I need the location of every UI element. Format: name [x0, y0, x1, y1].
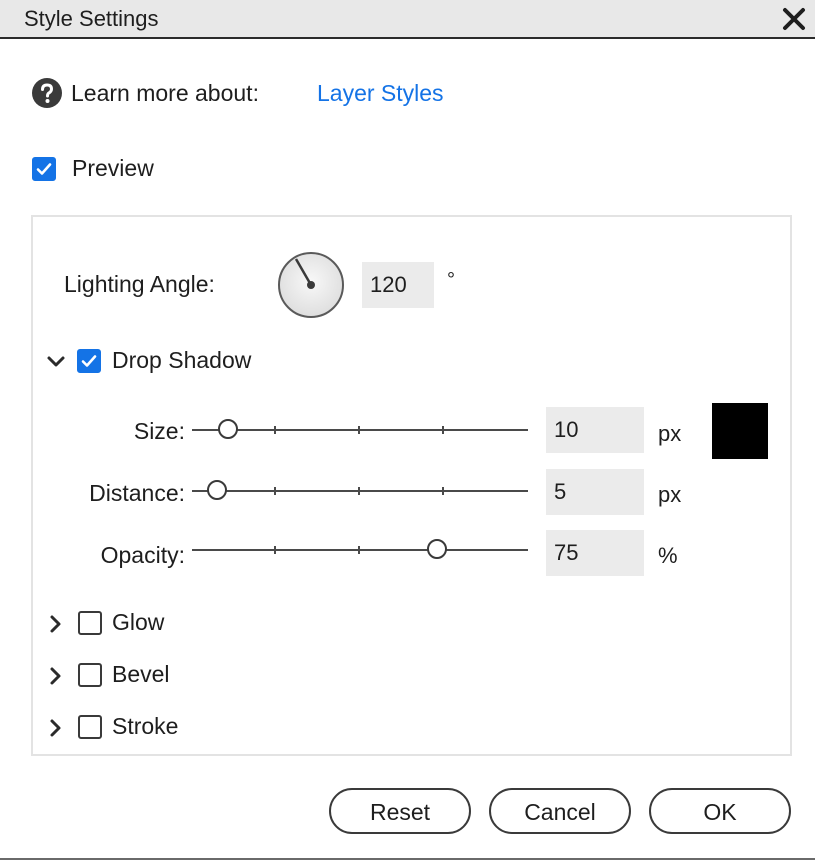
bevel-label: Bevel	[112, 661, 170, 687]
close-icon[interactable]	[780, 5, 808, 33]
stroke-checkbox[interactable]	[78, 715, 102, 739]
bevel-checkbox[interactable]	[78, 663, 102, 687]
glow-label: Glow	[112, 609, 165, 635]
bevel-expand-chevron-right-icon[interactable]	[46, 666, 66, 686]
slider-tick	[274, 426, 276, 434]
cancel-button[interactable]: Cancel	[489, 788, 631, 834]
reset-button[interactable]: Reset	[329, 788, 471, 834]
opacity-unit: %	[658, 543, 678, 568]
size-slider-thumb[interactable]	[218, 419, 238, 439]
size-input[interactable]	[546, 407, 644, 453]
dialog-title: Style Settings	[24, 6, 159, 31]
drop-shadow-expand-chevron-down-icon[interactable]	[46, 352, 66, 372]
lighting-angle-input[interactable]	[362, 262, 434, 308]
slider-tick	[358, 546, 360, 554]
glow-checkbox[interactable]	[78, 611, 102, 635]
lighting-angle-dial[interactable]	[277, 251, 345, 319]
shadow-color-swatch[interactable]	[712, 403, 768, 459]
slider-tick	[358, 487, 360, 495]
slider-tick	[274, 546, 276, 554]
dialog-bottom-border	[0, 858, 815, 860]
help-icon	[32, 78, 62, 108]
slider-tick	[442, 426, 444, 434]
degree-unit: °	[447, 269, 455, 291]
size-unit: px	[658, 421, 682, 446]
learn-more-label: Learn more about:	[71, 80, 259, 106]
stroke-expand-chevron-right-icon[interactable]	[46, 718, 66, 738]
opacity-slider[interactable]	[192, 538, 528, 562]
slider-track	[192, 549, 528, 551]
slider-track	[192, 490, 528, 492]
opacity-input[interactable]	[546, 530, 644, 576]
size-slider[interactable]	[192, 418, 528, 442]
ok-button[interactable]: OK	[649, 788, 791, 834]
distance-label: Distance:	[89, 480, 185, 506]
opacity-slider-thumb[interactable]	[427, 539, 447, 559]
drop-shadow-checkbox[interactable]	[77, 349, 101, 373]
title-bar: Style Settings	[0, 0, 815, 39]
layer-styles-link[interactable]: Layer Styles	[317, 80, 444, 107]
distance-slider-thumb[interactable]	[207, 480, 227, 500]
distance-slider[interactable]	[192, 479, 528, 503]
drop-shadow-label: Drop Shadow	[112, 347, 252, 373]
distance-input[interactable]	[546, 469, 644, 515]
slider-tick	[358, 426, 360, 434]
checkmark-icon	[81, 355, 97, 367]
glow-expand-chevron-right-icon[interactable]	[46, 614, 66, 634]
slider-tick	[274, 487, 276, 495]
preview-checkbox[interactable]	[32, 157, 56, 181]
lighting-angle-label: Lighting Angle:	[64, 271, 215, 297]
stroke-label: Stroke	[112, 713, 179, 739]
checkmark-icon	[36, 163, 52, 175]
distance-unit: px	[658, 482, 682, 507]
slider-tick	[442, 487, 444, 495]
preview-label: Preview	[72, 155, 154, 181]
opacity-label: Opacity:	[100, 542, 185, 568]
size-label: Size:	[133, 418, 185, 444]
slider-track	[192, 429, 528, 431]
